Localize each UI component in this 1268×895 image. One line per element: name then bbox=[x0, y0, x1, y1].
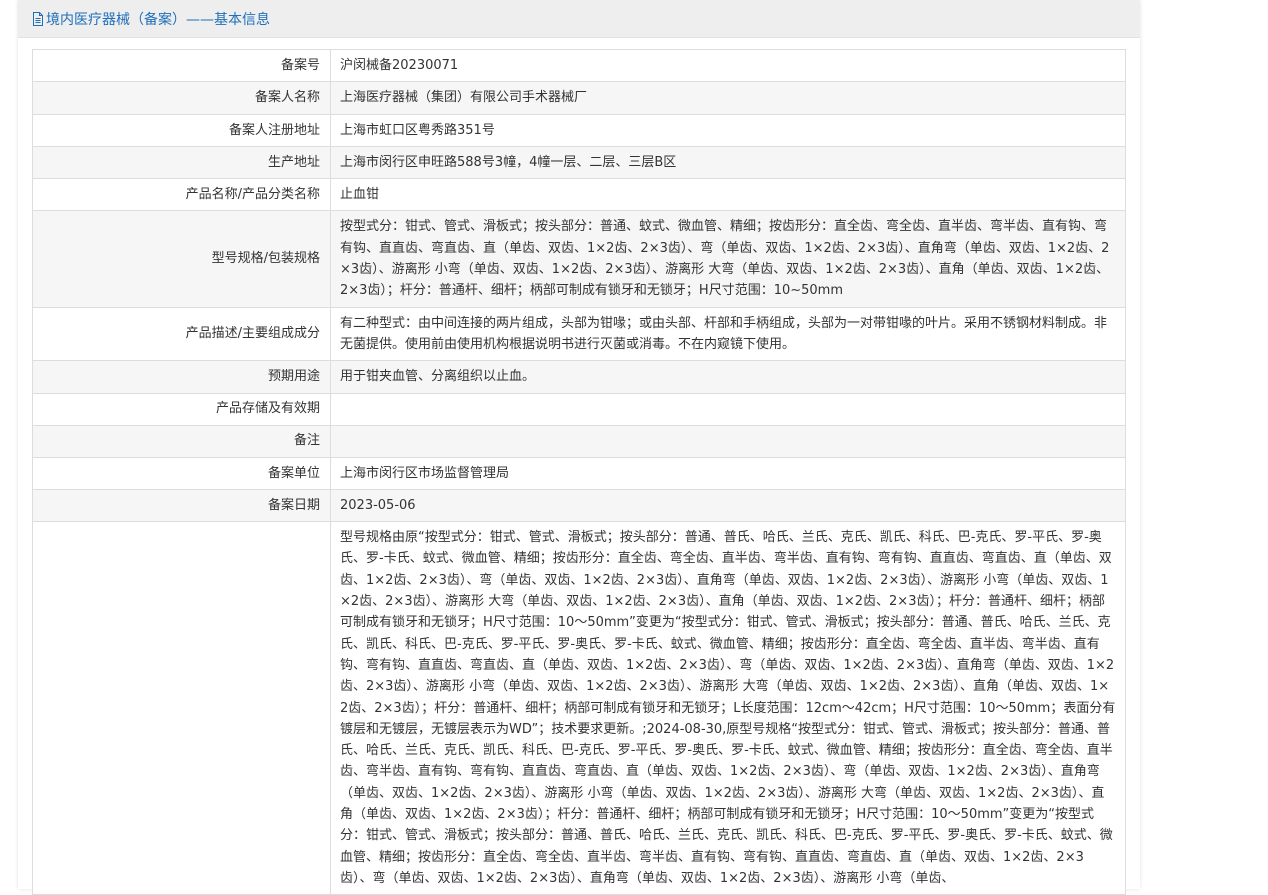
field-label: 预期用途 bbox=[32, 360, 331, 394]
field-label: 产品描述/主要组成成分 bbox=[32, 306, 331, 362]
field-label: 备案人注册地址 bbox=[32, 113, 331, 147]
field-label bbox=[32, 521, 331, 895]
table-row: 预期用途 用于钳夹血管、分离组织以止血。 bbox=[32, 360, 1126, 394]
field-label: 备案号 bbox=[32, 48, 331, 83]
table-row: 产品存储及有效期 bbox=[32, 392, 1126, 426]
table-row: 生产地址 上海市闵行区申旺路588号3幢，4幢一层、二层、三层B区 bbox=[32, 145, 1126, 180]
field-label: 备案单位 bbox=[32, 456, 331, 490]
field-value: 2023-05-06 bbox=[330, 488, 1126, 523]
field-label: 备案日期 bbox=[32, 488, 331, 523]
field-value bbox=[330, 424, 1126, 458]
field-label: 产品名称/产品分类名称 bbox=[32, 178, 331, 212]
table-row: 备案日期 2023-05-06 bbox=[32, 488, 1126, 523]
field-label: 备注 bbox=[32, 424, 331, 458]
detail-panel: 境内医疗器械（备案）——基本信息 备案号 沪闵械备20230071 备案人名称 … bbox=[18, 0, 1140, 895]
field-value: 上海市闵行区市场监督管理局 bbox=[330, 456, 1126, 490]
field-value: 按型式分：钳式、管式、滑板式；按头部分：普通、蚊式、微血管、精细；按齿形分：直全… bbox=[330, 210, 1126, 308]
table-row: 备案人注册地址 上海市虹口区粤秀路351号 bbox=[32, 113, 1126, 147]
field-value: 上海市闵行区申旺路588号3幢，4幢一层、二层、三层B区 bbox=[330, 145, 1126, 180]
field-value: 上海医疗器械（集团）有限公司手术器械厂 bbox=[330, 81, 1126, 115]
field-value: 止血钳 bbox=[330, 178, 1126, 212]
table-row: 备案人名称 上海医疗器械（集团）有限公司手术器械厂 bbox=[32, 81, 1126, 115]
field-label: 产品存储及有效期 bbox=[32, 392, 331, 426]
field-label: 型号规格/包装规格 bbox=[32, 210, 331, 308]
table-row: 备注 bbox=[32, 424, 1126, 458]
table-row: 产品描述/主要组成成分 有二种型式：由中间连接的两片组成，头部为钳喙；或由头部、… bbox=[32, 306, 1126, 362]
field-value: 上海市虹口区粤秀路351号 bbox=[330, 113, 1126, 147]
panel-header: 境内医疗器械（备案）——基本信息 bbox=[18, 0, 1140, 38]
table-row: 备案单位 上海市闵行区市场监督管理局 bbox=[32, 456, 1126, 490]
table-row: 产品名称/产品分类名称 止血钳 bbox=[32, 178, 1126, 212]
field-value bbox=[330, 392, 1126, 426]
field-value: 型号规格由原“按型式分：钳式、管式、滑板式；按头部分：普通、普氏、哈氏、兰氏、克… bbox=[330, 521, 1126, 895]
table-row: 备案号 沪闵械备20230071 bbox=[32, 48, 1126, 83]
field-label: 生产地址 bbox=[32, 145, 331, 180]
page-title: 境内医疗器械（备案）——基本信息 bbox=[46, 11, 270, 28]
info-table: 备案号 沪闵械备20230071 备案人名称 上海医疗器械（集团）有限公司手术器… bbox=[32, 48, 1126, 895]
table-row: 型号规格由原“按型式分：钳式、管式、滑板式；按头部分：普通、普氏、哈氏、兰氏、克… bbox=[32, 521, 1126, 895]
table-row: 型号规格/包装规格 按型式分：钳式、管式、滑板式；按头部分：普通、蚊式、微血管、… bbox=[32, 210, 1126, 308]
field-value: 沪闵械备20230071 bbox=[330, 48, 1126, 83]
field-label: 备案人名称 bbox=[32, 81, 331, 115]
document-icon bbox=[33, 11, 43, 26]
field-value: 用于钳夹血管、分离组织以止血。 bbox=[330, 360, 1126, 394]
field-value: 有二种型式：由中间连接的两片组成，头部为钳喙；或由头部、杆部和手柄组成，头部为一… bbox=[330, 306, 1126, 362]
